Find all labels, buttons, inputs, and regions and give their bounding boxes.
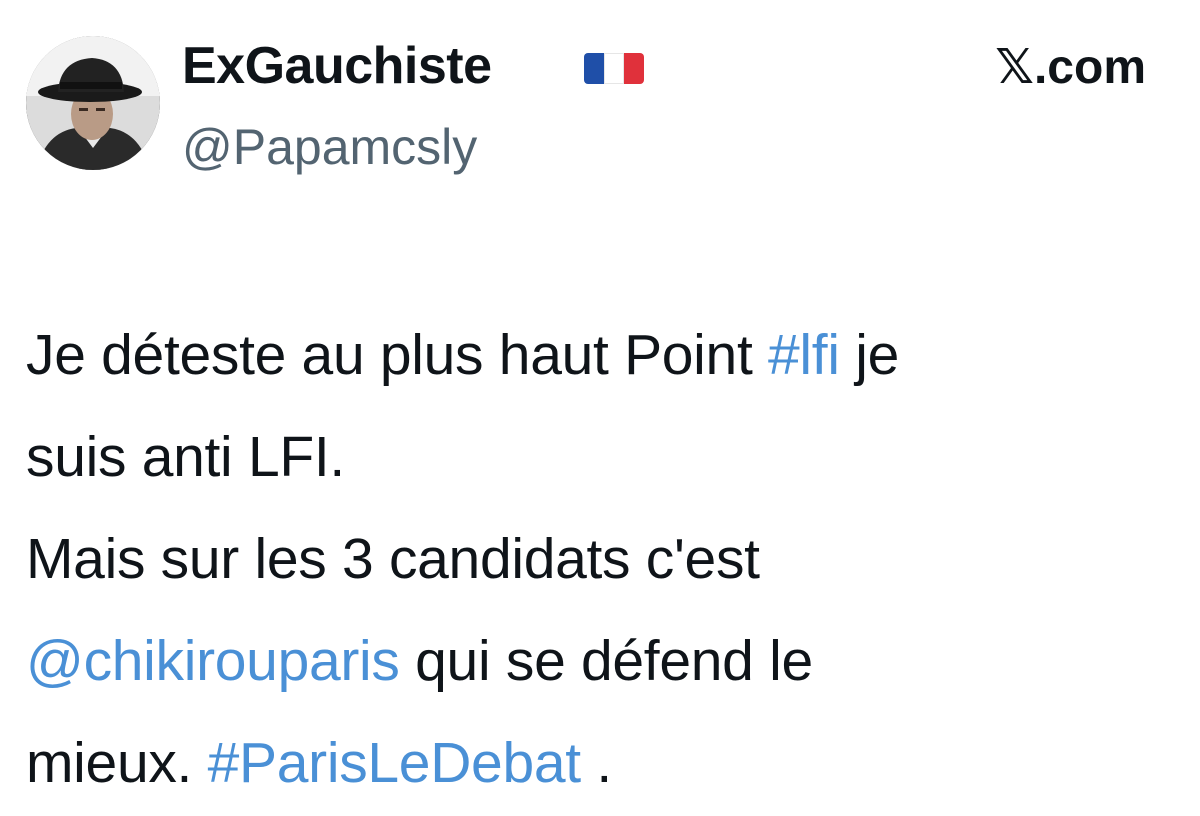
tweet-line: Je déteste au plus haut Point #lfi je — [26, 304, 1156, 406]
flag-white-stripe — [604, 53, 624, 84]
avatar[interactable] — [26, 36, 160, 170]
tweet-text-segment: je — [839, 323, 900, 387]
tweet-line: Mais sur les 3 candidats c'est — [26, 508, 1156, 610]
tweet-text-segment: suis anti LFI. — [26, 425, 345, 489]
flag-blue-stripe — [584, 53, 604, 84]
flag-red-stripe — [624, 53, 644, 84]
mention-link[interactable]: @chikirouparis — [26, 629, 400, 693]
hashtag-link[interactable]: #lfi — [768, 323, 840, 387]
tweet-line: @chikirouparis qui se défend le — [26, 610, 1156, 712]
tweet-text: Je déteste au plus haut Point #lfi je sui… — [26, 304, 1156, 814]
profile-photo-icon — [26, 36, 160, 170]
author-display-name[interactable]: ExGauchiste — [182, 34, 492, 98]
tweet-line: mieux. #ParisLeDebat . — [26, 712, 1156, 814]
x-logo-brand: 𝕏.com — [995, 41, 1146, 94]
tweet-text-segment: Je déteste au plus haut Point — [26, 323, 769, 387]
tweet-text-segment: . — [580, 731, 612, 795]
tweet-line: suis anti LFI. — [26, 406, 1156, 508]
tweet-card: ExGauchiste @Papamcsly 𝕏.com Je déteste … — [0, 0, 1200, 816]
tweet-text-segment: qui se défend le — [399, 629, 813, 693]
tweet-text-segment: mieux. — [26, 731, 208, 795]
tweet-text-segment: Mais sur les 3 candidats c'est — [26, 527, 760, 591]
hashtag-link[interactable]: #ParisLeDebat — [208, 731, 581, 795]
france-flag-icon — [584, 53, 644, 84]
author-handle[interactable]: @Papamcsly — [182, 116, 477, 178]
